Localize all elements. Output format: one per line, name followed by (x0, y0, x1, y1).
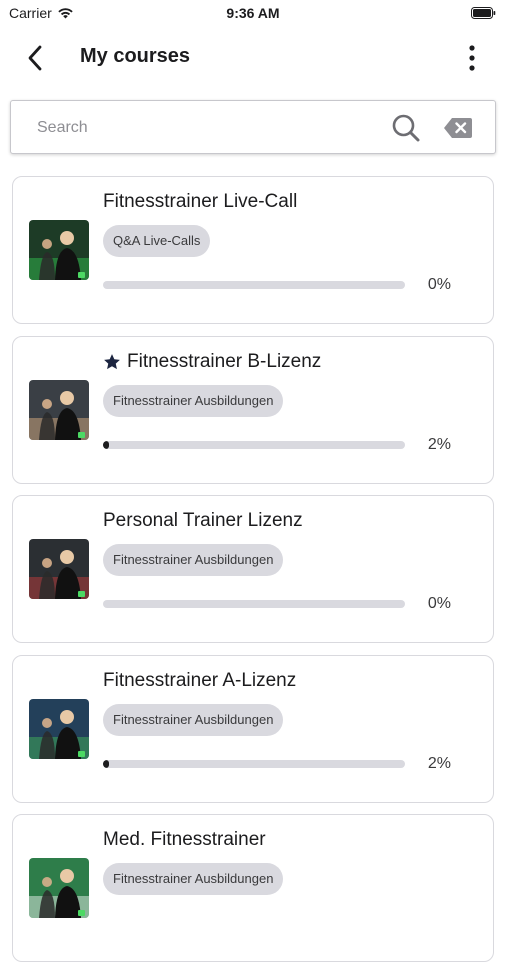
course-card[interactable]: Med. Fitnesstrainer Fitnesstrainer Ausbil… (12, 814, 494, 962)
course-thumbnail (29, 858, 89, 918)
progress-bar (103, 441, 405, 449)
status-bar: Carrier 9:36 AM (0, 0, 506, 28)
navigation-header: My courses (0, 30, 506, 86)
star-icon (103, 353, 121, 371)
progress-percent: 0% (427, 276, 451, 293)
course-thumbnail (29, 380, 89, 440)
course-title: Personal Trainer Lizenz (103, 510, 303, 532)
course-title: Med. Fitnesstrainer (103, 829, 266, 851)
progress-bar (103, 281, 405, 289)
course-title-text: Fitnesstrainer Live-Call (103, 191, 298, 212)
back-button[interactable] (20, 42, 50, 74)
course-title: Fitnesstrainer B-Lizenz (103, 351, 321, 373)
course-thumbnail (29, 539, 89, 599)
course-thumbnail (29, 699, 89, 759)
course-title: Fitnesstrainer A-Lizenz (103, 670, 296, 692)
search-icon[interactable] (391, 113, 421, 143)
progress-fill (103, 441, 110, 449)
progress-bar (103, 600, 405, 608)
search-bar (10, 100, 496, 155)
course-card[interactable]: Fitnesstrainer A-Lizenz Fitnesstrainer Au… (12, 655, 494, 803)
progress-percent: 2% (427, 436, 451, 453)
battery-icon (471, 7, 496, 19)
category-chip: Fitnesstrainer Ausbildungen (103, 704, 284, 736)
progress-percent: 2% (427, 755, 451, 772)
course-title-text: Med. Fitnesstrainer (103, 829, 266, 850)
progress-fill (103, 760, 110, 768)
category-chip: Q&A Live-Calls (103, 225, 211, 257)
course-title-text: Personal Trainer Lizenz (103, 510, 303, 531)
category-chip: Fitnesstrainer Ausbildungen (103, 385, 284, 417)
course-title: Fitnesstrainer Live-Call (103, 191, 297, 213)
chevron-left-icon (28, 45, 42, 71)
more-options-button[interactable] (460, 42, 484, 74)
course-title-text: Fitnesstrainer B-Lizenz (127, 351, 322, 372)
backspace-clear-icon[interactable] (443, 117, 473, 139)
course-thumbnail (29, 220, 89, 280)
search-input[interactable] (35, 101, 379, 155)
more-vertical-icon (469, 45, 475, 71)
status-time: 9:36 AM (226, 5, 280, 21)
category-chip: Fitnesstrainer Ausbildungen (103, 863, 284, 895)
progress-percent: 0% (427, 595, 451, 612)
course-card[interactable]: Fitnesstrainer Live-Call Q&A Live-Calls 0% (12, 176, 494, 324)
course-card[interactable]: Personal Trainer Lizenz Fitnesstrainer Au… (12, 495, 494, 643)
progress-bar (103, 760, 405, 768)
course-title-text: Fitnesstrainer A-Lizenz (103, 670, 297, 691)
category-chip: Fitnesstrainer Ausbildungen (103, 544, 284, 576)
page-title: My courses (80, 45, 191, 67)
course-card[interactable]: Fitnesstrainer B-Lizenz Fitnesstrainer Au… (12, 336, 494, 484)
